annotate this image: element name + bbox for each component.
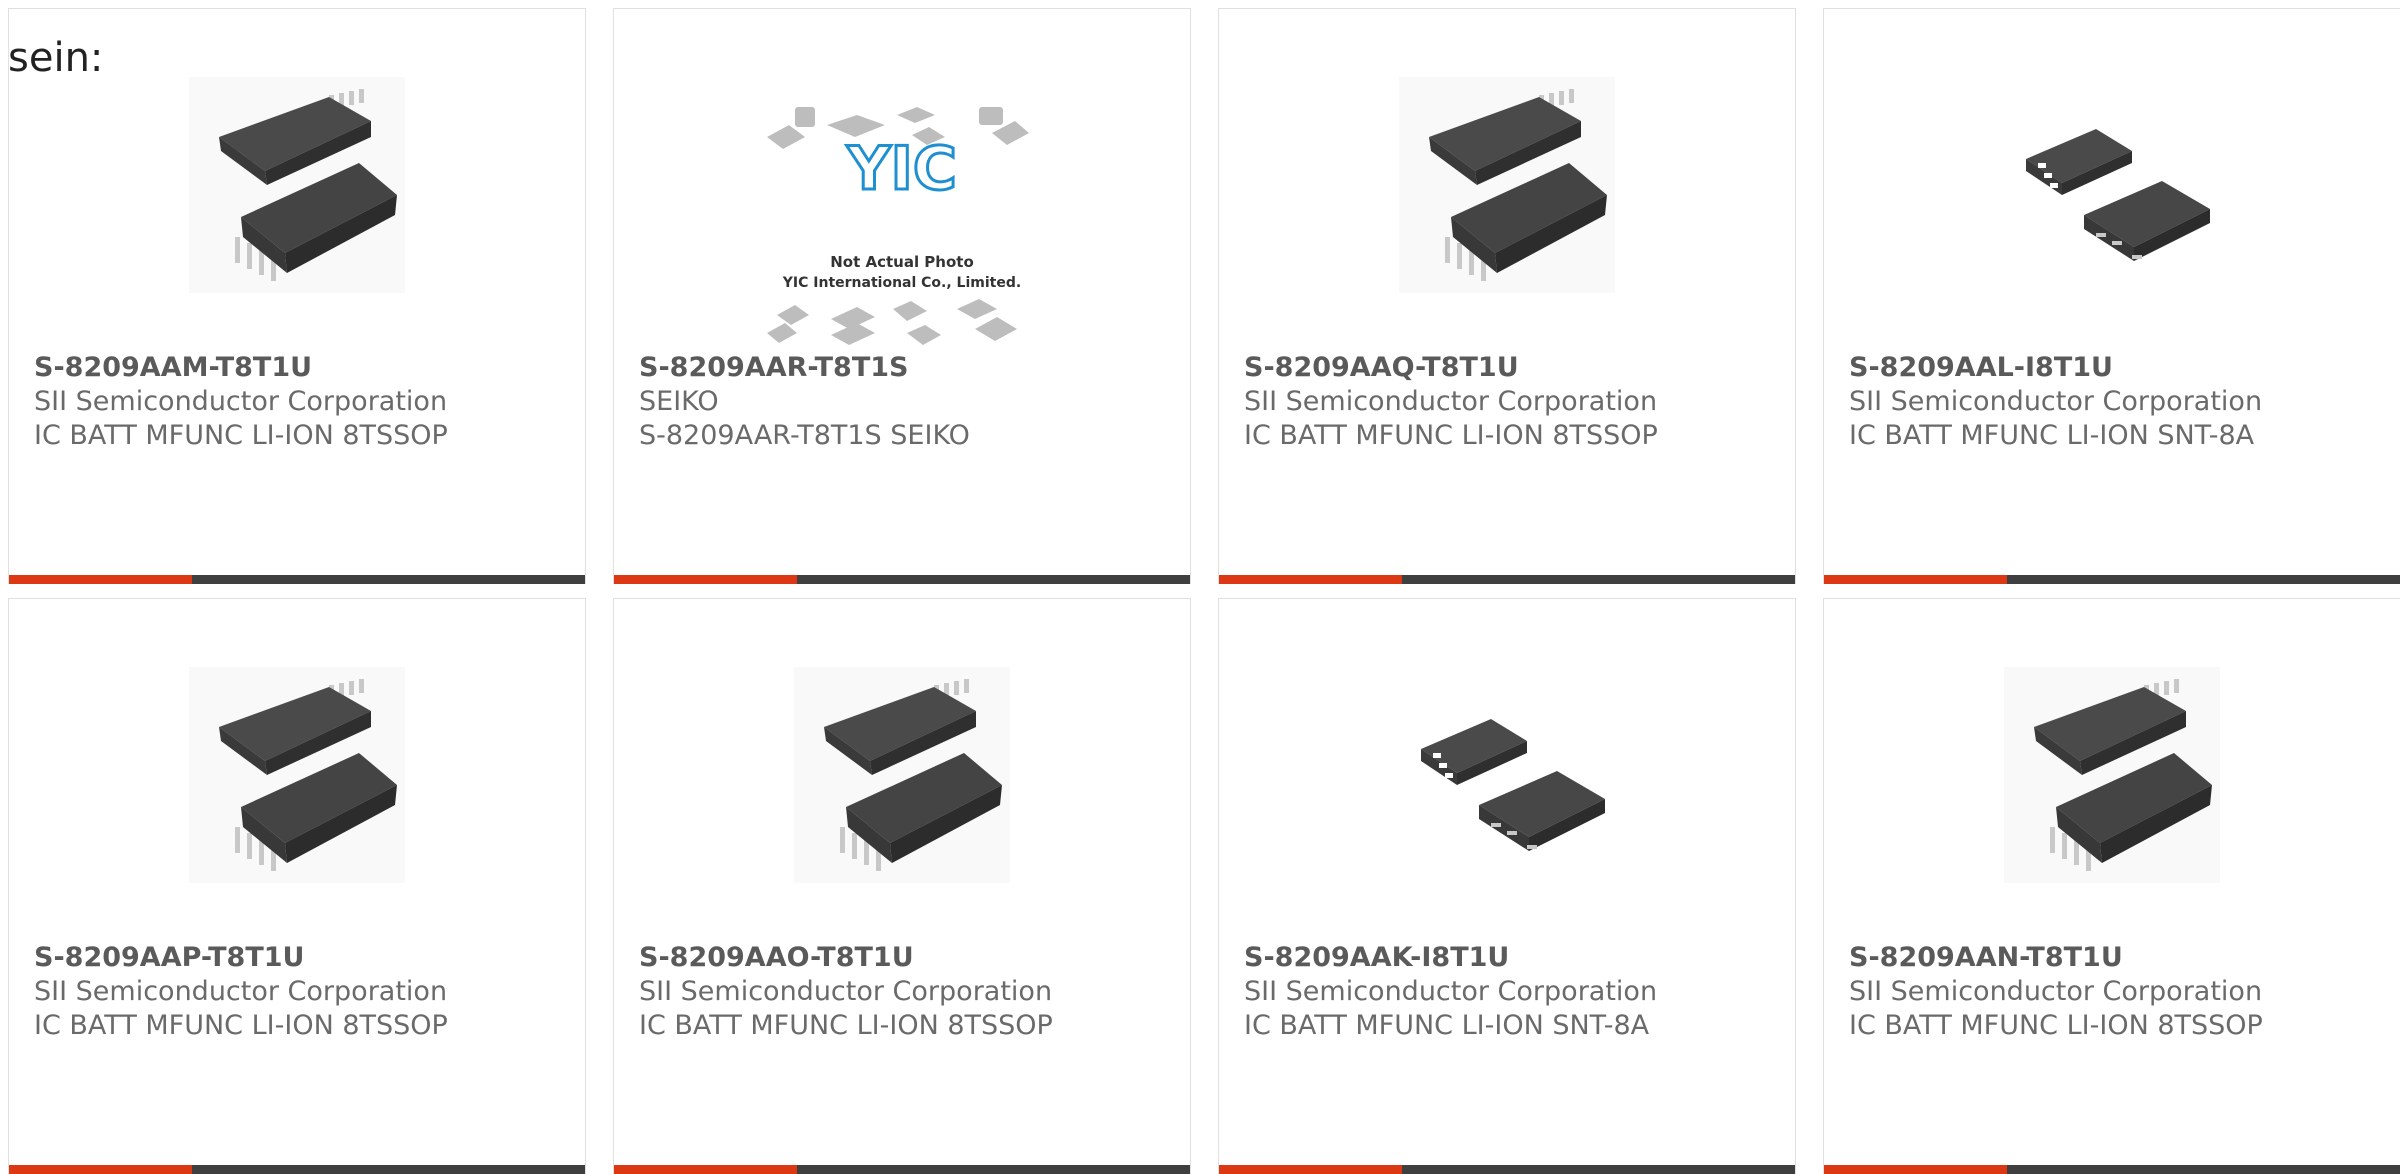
manufacturer: SII Semiconductor Corporation (1244, 386, 1658, 417)
card-bottom-bar (1824, 1165, 2400, 1174)
tssop-chip-icon[interactable] (189, 667, 405, 883)
card-accent-bar (1219, 1165, 1402, 1174)
product-info: S-8209AAP-T8T1U SII Semiconductor Corpor… (34, 941, 575, 1043)
card-accent-bar (614, 575, 797, 584)
card-bottom-bar (614, 575, 1190, 584)
part-number-link[interactable]: S-8209AAN-T8T1U (1849, 941, 2390, 975)
snt-chip-icon[interactable] (1399, 667, 1615, 883)
svg-text:YIC: YIC (846, 134, 957, 204)
tssop-chip-icon[interactable] (2004, 667, 2220, 883)
card-bottom-bar (1219, 575, 1795, 584)
card-bottom-bar (9, 1165, 585, 1174)
description: IC BATT MFUNC LI-ION 8TSSOP (34, 420, 448, 451)
part-number-link[interactable]: S-8209AAQ-T8T1U (1244, 351, 1785, 385)
product-grid: S-8209AAM-T8T1U SII Semiconductor Corpor… (8, 8, 2400, 1174)
card-bottom-bar (1824, 575, 2400, 584)
part-number-link[interactable]: S-8209AAR-T8T1S (639, 351, 1180, 385)
placeholder-line1: Not Actual Photo (830, 253, 974, 271)
product-info: S-8209AAK-I8T1U SII Semiconductor Corpor… (1244, 941, 1785, 1043)
manufacturer: SII Semiconductor Corporation (639, 976, 1053, 1007)
product-card[interactable]: S-8209AAK-I8T1U SII Semiconductor Corpor… (1218, 598, 1796, 1174)
description: IC BATT MFUNC LI-ION 8TSSOP (639, 1010, 1053, 1041)
product-info: S-8209AAR-T8T1S SEIKO S-8209AAR-T8T1S SE… (639, 351, 1180, 453)
product-card[interactable]: S-8209AAL-I8T1U SII Semiconductor Corpor… (1823, 8, 2400, 584)
description: IC BATT MFUNC LI-ION SNT-8A (1849, 420, 2255, 451)
product-card[interactable]: S-8209AAM-T8T1U SII Semiconductor Corpor… (8, 8, 586, 584)
card-accent-bar (1824, 575, 2007, 584)
product-info: S-8209AAO-T8T1U SII Semiconductor Corpor… (639, 941, 1180, 1043)
part-number-link[interactable]: S-8209AAL-I8T1U (1849, 351, 2390, 385)
card-accent-bar (9, 1165, 192, 1174)
card-accent-bar (9, 575, 192, 584)
product-card[interactable]: S-8209AAO-T8T1U SII Semiconductor Corpor… (613, 598, 1191, 1174)
product-info: S-8209AAQ-T8T1U SII Semiconductor Corpor… (1244, 351, 1785, 453)
placeholder-line2: YIC International Co., Limited. (782, 275, 1021, 291)
part-number-link[interactable]: S-8209AAO-T8T1U (639, 941, 1180, 975)
product-info: S-8209AAN-T8T1U SII Semiconductor Corpor… (1849, 941, 2390, 1043)
part-number-link[interactable]: S-8209AAP-T8T1U (34, 941, 575, 975)
card-accent-bar (1219, 575, 1402, 584)
product-card[interactable]: S-8209AAN-T8T1U SII Semiconductor Corpor… (1823, 598, 2400, 1174)
tssop-chip-icon[interactable] (794, 667, 1010, 883)
manufacturer: SEIKO (639, 386, 719, 417)
product-card[interactable]: S-8209AAP-T8T1U SII Semiconductor Corpor… (8, 598, 586, 1174)
tssop-chip-icon[interactable] (189, 77, 405, 293)
card-accent-bar (1824, 1165, 2007, 1174)
description: IC BATT MFUNC LI-ION 8TSSOP (34, 1010, 448, 1041)
description: S-8209AAR-T8T1S SEIKO (639, 420, 970, 451)
product-info: S-8209AAL-I8T1U SII Semiconductor Corpor… (1849, 351, 2390, 453)
product-info: S-8209AAM-T8T1U SII Semiconductor Corpor… (34, 351, 575, 453)
snt-chip-icon[interactable] (2004, 77, 2220, 293)
tssop-chip-icon[interactable] (1399, 77, 1615, 293)
manufacturer: SII Semiconductor Corporation (1849, 976, 2263, 1007)
product-card[interactable]: YIC Not Actual Photo YIC International C… (613, 8, 1191, 584)
part-number-link[interactable]: S-8209AAK-I8T1U (1244, 941, 1785, 975)
manufacturer: SII Semiconductor Corporation (1849, 386, 2263, 417)
card-bottom-bar (614, 1165, 1190, 1174)
description: IC BATT MFUNC LI-ION SNT-8A (1244, 1010, 1650, 1041)
manufacturer: SII Semiconductor Corporation (1244, 976, 1658, 1007)
product-card[interactable]: S-8209AAQ-T8T1U SII Semiconductor Corpor… (1218, 8, 1796, 584)
card-bottom-bar (9, 575, 585, 584)
card-bottom-bar (1219, 1165, 1795, 1174)
intro-text: sein: (8, 35, 104, 81)
card-accent-bar (614, 1165, 797, 1174)
part-number-link[interactable]: S-8209AAM-T8T1U (34, 351, 575, 385)
not-actual-photo-icon[interactable]: YIC Not Actual Photo YIC International C… (757, 97, 1047, 357)
manufacturer: SII Semiconductor Corporation (34, 386, 448, 417)
manufacturer: SII Semiconductor Corporation (34, 976, 448, 1007)
description: IC BATT MFUNC LI-ION 8TSSOP (1244, 420, 1658, 451)
description: IC BATT MFUNC LI-ION 8TSSOP (1849, 1010, 2263, 1041)
